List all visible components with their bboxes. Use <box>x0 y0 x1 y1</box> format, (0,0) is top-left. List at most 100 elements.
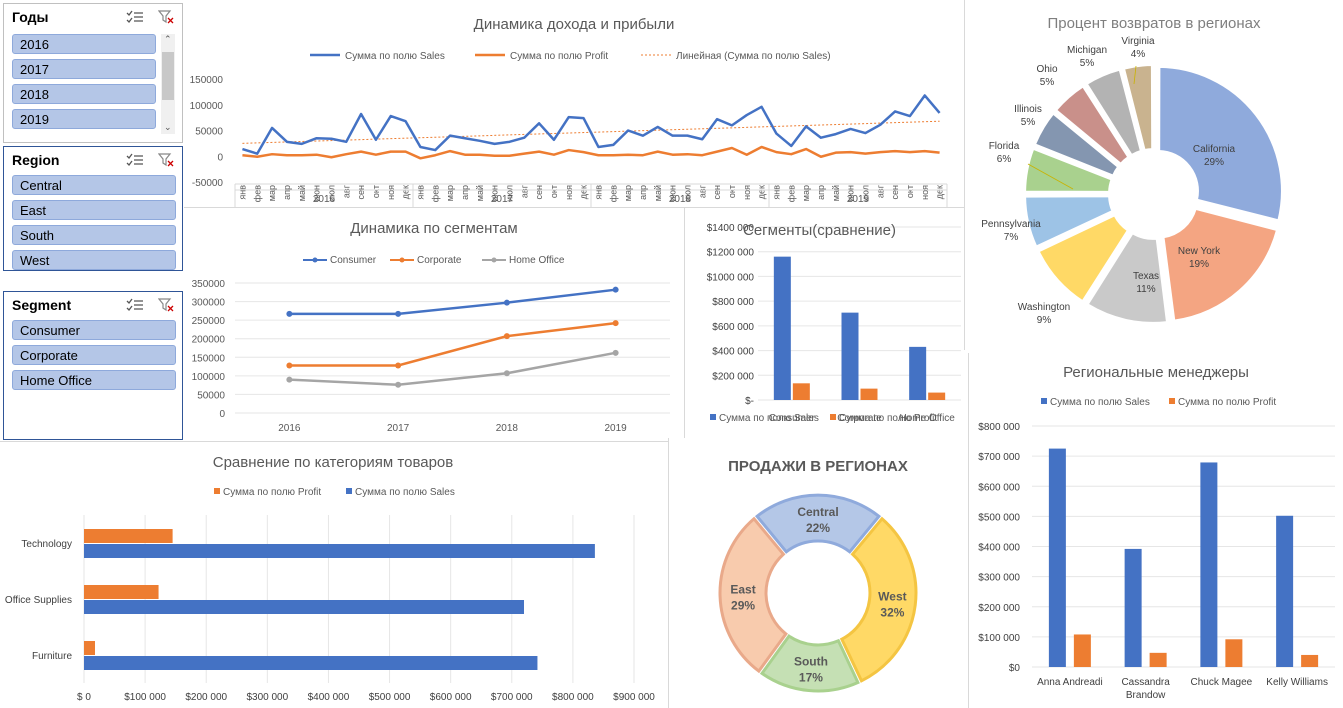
slicer-item-south[interactable]: South <box>12 225 176 245</box>
x-tick-label: $ 0 <box>77 692 91 703</box>
separator <box>0 441 668 442</box>
x-tick-label: окт <box>727 185 737 198</box>
slicer-item-2017[interactable]: 2017 <box>12 59 156 79</box>
x-tick-label: Brandow <box>1126 690 1166 701</box>
y-tick-label: $400 000 <box>712 347 754 358</box>
segments-line-chart[interactable]: Динамика по сегментам Consumer Corporate H… <box>185 210 683 438</box>
slicer-header: Segment <box>4 292 182 318</box>
clear-filter-icon[interactable] <box>158 153 174 167</box>
clear-filter-icon[interactable] <box>158 298 174 312</box>
slicer-item-home-office[interactable]: Home Office <box>12 370 176 390</box>
y-tick-label: $600 000 <box>978 482 1020 493</box>
slice-label: Central <box>797 505 838 519</box>
slice-label: Michigan <box>1067 45 1107 56</box>
slice-label: California <box>1193 144 1236 155</box>
slice-label: East <box>730 582 755 596</box>
y-tick-label: Furniture <box>32 651 72 662</box>
scroll-thumb[interactable] <box>162 52 174 100</box>
x-tick-label: $500 000 <box>369 692 411 703</box>
slicer-item-east[interactable]: East <box>12 200 176 220</box>
multi-select-icon[interactable] <box>126 10 144 24</box>
multi-select-icon[interactable] <box>126 298 144 312</box>
slicer-header: Region <box>4 147 182 173</box>
legend-label: Сумма по полю Profit <box>839 413 937 424</box>
legend-swatch <box>830 414 836 420</box>
profit-bar <box>1073 634 1091 667</box>
segments-line-plot: Consumer Corporate Home Office 350000 300000… <box>192 255 670 434</box>
legend-label: Сумма по полю Sales <box>355 487 455 498</box>
slicer-item-2019[interactable]: 2019 <box>12 109 156 129</box>
y-tick-label: $500 000 <box>978 512 1020 523</box>
y-tick-label: -50000 <box>192 178 224 189</box>
y-tick-label: 150000 <box>190 75 224 86</box>
slicer-item-central[interactable]: Central <box>12 175 176 195</box>
y-tick-label: Technology <box>21 539 72 550</box>
x-tick-label: май <box>831 185 841 201</box>
slicer-item-2018[interactable]: 2018 <box>12 84 156 104</box>
slicer-scrollbar[interactable]: ⌃ ⌄ <box>161 34 175 134</box>
segments-bar-chart[interactable]: $1400 000 $1200 000 $1000 000 $800 000 $600 … <box>686 210 963 438</box>
managers-chart[interactable]: Региональные менеджеры Сумма по полю Sal… <box>970 356 1342 708</box>
x-tick-label: сен <box>712 185 722 200</box>
legend-label: Сумма по полю Sales <box>345 51 445 62</box>
segment-slicer: Segment Consumer Corporate Home Office <box>3 291 183 440</box>
slice-label: Florida <box>989 141 1020 152</box>
y-tick-label: 50000 <box>197 390 225 401</box>
sales-bar <box>909 346 927 400</box>
returns-pie-plot: California 29% New York 19% Texas 11% Washingt… <box>981 36 1283 326</box>
profit-line <box>242 145 940 160</box>
legend-swatch <box>1169 398 1175 404</box>
x-tick-label: дек <box>757 185 767 199</box>
y-tick-label: $200 000 <box>978 603 1020 614</box>
x-tick-label: апр <box>638 185 648 200</box>
x-tick-label: $400 000 <box>308 692 350 703</box>
y-tick-label: $400 000 <box>978 543 1020 554</box>
slicer-item-corporate[interactable]: Corporate <box>12 345 176 365</box>
x-tick-label: $700 000 <box>491 692 533 703</box>
regions-donut-plot: Central 22% West 32% South 17% East 29% <box>718 493 918 693</box>
data-point <box>612 349 619 356</box>
slicer-item-west[interactable]: West <box>12 250 176 270</box>
scroll-down-icon[interactable]: ⌄ <box>164 122 172 133</box>
x-tick-label: ноя <box>742 185 752 200</box>
x-tick-label: авг <box>697 184 707 198</box>
returns-pie-chart[interactable]: Процент возвратов в регионах California 2… <box>966 4 1342 350</box>
x-tick-label: дек <box>935 185 945 199</box>
x-tick-label: 2018 <box>496 423 519 434</box>
slicer-title: Region <box>12 152 60 168</box>
y-tick-label: 150000 <box>192 353 226 364</box>
y-tick-label: $800 000 <box>712 297 754 308</box>
legend-label: Сумма по полю Profit <box>223 487 321 498</box>
scroll-up-icon[interactable]: ⌃ <box>164 34 172 45</box>
slicer-item-2016[interactable]: 2016 <box>12 34 156 54</box>
data-point <box>395 381 402 388</box>
profit-bar <box>1149 652 1167 667</box>
categories-chart[interactable]: Сравнение по категориям товаров Сумма по… <box>0 443 666 708</box>
income-chart[interactable]: Динамика дохода и прибыли Сумма по полю … <box>185 4 963 207</box>
x-tick-label: $200 000 <box>185 692 227 703</box>
slice-percent: 9% <box>1037 315 1052 326</box>
x-tick-label: янв <box>415 185 425 200</box>
x-tick-label: ноя <box>386 185 396 200</box>
x-tick-label: мар <box>801 185 811 201</box>
profit-bar <box>1225 639 1243 667</box>
legend-label: Home Office <box>509 255 565 266</box>
profit-bar <box>84 529 173 543</box>
y-tick-label: Office Supplies <box>5 595 72 606</box>
y-tick-label: $- <box>745 396 754 407</box>
x-tick-label: янв <box>593 185 603 200</box>
sales-bar <box>84 600 524 614</box>
x-tick-label: Cassandra <box>1121 677 1170 688</box>
slicer-item-consumer[interactable]: Consumer <box>12 320 176 340</box>
regions-donut-chart[interactable]: ПРОДАЖИ В РЕГИОНАХ Central 22% West 32% Sout… <box>670 443 966 708</box>
y-tick-label: 100000 <box>192 372 226 383</box>
sales-bar <box>1276 515 1294 667</box>
x-tick-label: 2019 <box>605 423 628 434</box>
multi-select-icon[interactable] <box>126 153 144 167</box>
x-tick-label: ноя <box>564 185 574 200</box>
slice-label: South <box>794 655 828 669</box>
y-tick-label: 300000 <box>192 298 226 309</box>
y-tick-label: 50000 <box>195 127 223 138</box>
profit-bar <box>928 392 946 400</box>
clear-filter-icon[interactable] <box>158 10 174 24</box>
